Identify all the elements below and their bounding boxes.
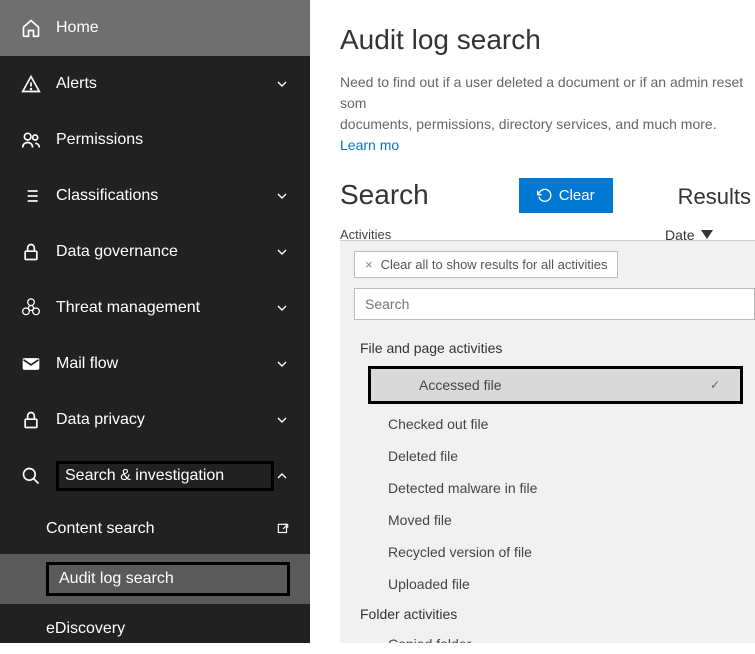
- sidebar-item-label: Data privacy: [56, 411, 274, 429]
- list-icon: [20, 185, 42, 207]
- activity-item-label: Detected malware in file: [388, 480, 537, 496]
- mail-icon: [20, 353, 42, 375]
- activity-item-accessed-file[interactable]: Accessed file ✓: [368, 366, 743, 404]
- sidebar-item-classifications[interactable]: Classifications: [0, 168, 310, 224]
- chevron-down-icon: [274, 244, 290, 260]
- chevron-down-icon: [274, 412, 290, 428]
- close-icon: ×: [365, 257, 373, 272]
- undo-icon: [537, 188, 553, 204]
- sidebar-item-label: Threat management: [56, 299, 274, 317]
- activities-search-input[interactable]: [354, 288, 755, 320]
- activity-item-label: Moved file: [388, 512, 452, 528]
- sidebar-item-permissions[interactable]: Permissions: [0, 112, 310, 168]
- sidebar-sub-label: Audit log search: [46, 562, 290, 596]
- alert-icon: [20, 73, 42, 95]
- activity-item-recycled-version[interactable]: Recycled version of file: [340, 536, 755, 568]
- sidebar-item-label: Search & investigation: [56, 461, 274, 491]
- sidebar-item-data-governance[interactable]: Data governance: [0, 224, 310, 280]
- activity-item-uploaded-file[interactable]: Uploaded file: [340, 568, 755, 600]
- popout-icon: [276, 522, 290, 536]
- sidebar-sub-ediscovery[interactable]: eDiscovery: [0, 604, 310, 654]
- clear-button-label: Clear: [559, 187, 595, 204]
- activity-item-detected-malware[interactable]: Detected malware in file: [340, 472, 755, 504]
- activity-item-label: Recycled version of file: [388, 544, 532, 560]
- sidebar-item-mail-flow[interactable]: Mail flow: [0, 336, 310, 392]
- page-description: Need to find out if a user deleted a doc…: [340, 72, 755, 156]
- learn-more-link[interactable]: Learn mo: [340, 137, 399, 153]
- sidebar-item-label: Permissions: [56, 131, 290, 149]
- chevron-down-icon: [274, 188, 290, 204]
- home-icon: [20, 17, 42, 39]
- sidebar-item-home[interactable]: Home: [0, 0, 310, 56]
- sidebar-item-label: Mail flow: [56, 355, 274, 373]
- chevron-up-icon: [274, 468, 290, 484]
- activity-item-moved-file[interactable]: Moved file: [340, 504, 755, 536]
- lock-icon: [20, 409, 42, 431]
- main-content: Audit log search Need to find out if a u…: [310, 0, 755, 643]
- sidebar-item-label: Alerts: [56, 75, 274, 93]
- users-icon: [20, 129, 42, 151]
- activity-item-copied-folder[interactable]: Copied folder: [340, 628, 755, 643]
- activity-group-label: File and page activities: [340, 334, 755, 362]
- activity-group-label: Folder activities: [340, 600, 755, 628]
- check-icon: ✓: [710, 378, 720, 392]
- lock-icon: [20, 241, 42, 263]
- activity-item-label: Checked out file: [388, 416, 488, 432]
- sidebar-sub-label: eDiscovery: [46, 620, 290, 638]
- sidebar: Home Alerts Permissions Classifications …: [0, 0, 310, 643]
- sidebar-item-label: Home: [56, 19, 290, 37]
- desc-line1: Need to find out if a user deleted a doc…: [340, 74, 743, 111]
- chevron-down-icon: [274, 356, 290, 372]
- activity-item-checked-out-file[interactable]: Checked out file: [340, 408, 755, 440]
- desc-line2: documents, permissions, directory servic…: [340, 116, 717, 132]
- sidebar-item-alerts[interactable]: Alerts: [0, 56, 310, 112]
- activity-item-deleted-file[interactable]: Deleted file: [340, 440, 755, 472]
- activity-item-label: Copied folder: [388, 636, 471, 643]
- sidebar-sub-audit-log-search[interactable]: Audit log search: [0, 554, 310, 604]
- sidebar-sub-label: Content search: [46, 520, 268, 538]
- activity-item-label: Uploaded file: [388, 576, 470, 592]
- results-heading: Results: [678, 184, 755, 210]
- chevron-down-icon: [274, 76, 290, 92]
- activity-item-label: Deleted file: [388, 448, 458, 464]
- page-title: Audit log search: [340, 24, 755, 56]
- sidebar-item-data-privacy[interactable]: Data privacy: [0, 392, 310, 448]
- activities-dropdown-panel: × Clear all to show results for all acti…: [340, 240, 755, 643]
- sidebar-item-threat-management[interactable]: Threat management: [0, 280, 310, 336]
- sidebar-item-label: Data governance: [56, 243, 274, 261]
- search-heading: Search: [340, 179, 429, 211]
- chevron-down-icon: [274, 300, 290, 316]
- search-icon: [20, 465, 42, 487]
- clear-button[interactable]: Clear: [519, 178, 613, 213]
- clear-all-label: Clear all to show results for all activi…: [381, 257, 608, 272]
- sidebar-item-search-investigation[interactable]: Search & investigation: [0, 448, 310, 504]
- sidebar-item-label: Classifications: [56, 187, 274, 205]
- sidebar-sub-content-search[interactable]: Content search: [0, 504, 310, 554]
- biohazard-icon: [20, 297, 42, 319]
- clear-all-button[interactable]: × Clear all to show results for all acti…: [354, 251, 618, 278]
- activity-item-label: Accessed file: [419, 377, 501, 393]
- triangle-down-icon: [701, 230, 713, 240]
